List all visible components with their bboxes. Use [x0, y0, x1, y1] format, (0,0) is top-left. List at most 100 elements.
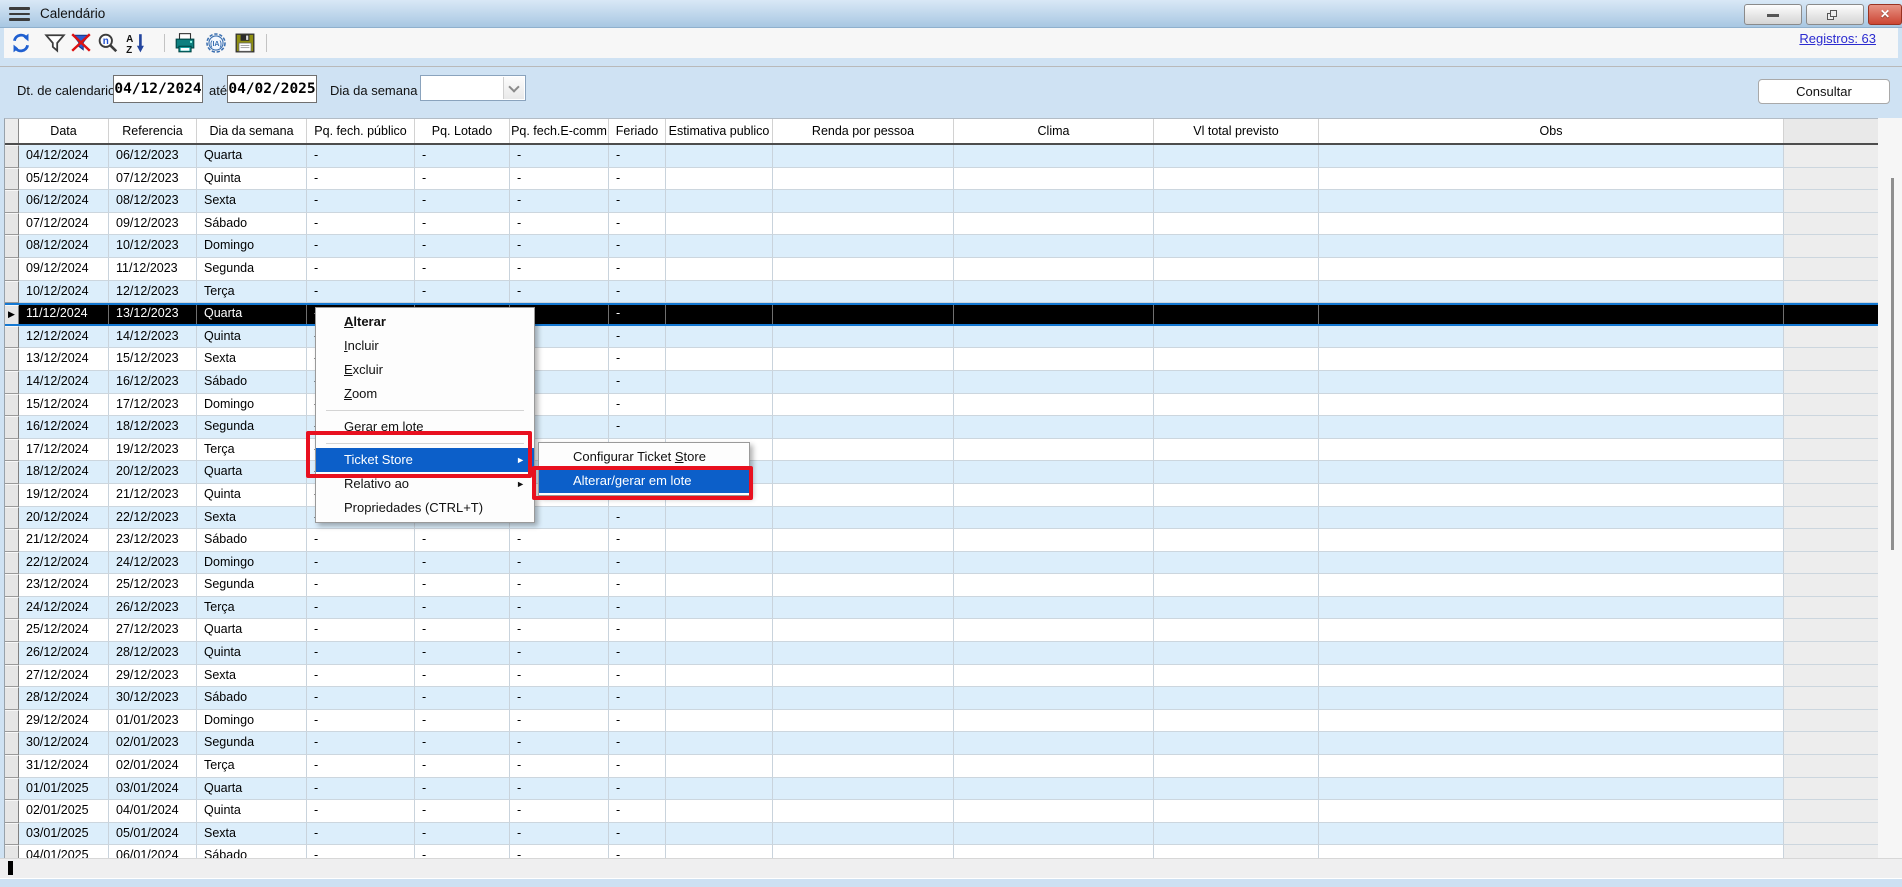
row-selector[interactable] — [5, 484, 19, 507]
table-row[interactable]: 15/12/202417/12/2023Domingo---- — [5, 394, 1878, 417]
row-selector[interactable] — [5, 145, 19, 168]
table-row[interactable]: 06/12/202408/12/2023Sexta---- — [5, 190, 1878, 213]
cell-clima[interactable] — [954, 574, 1154, 597]
cell-pq_fech_ecomm[interactable]: - — [510, 258, 609, 281]
submenu-item-configurar-ticket-store[interactable]: Configurar Ticket Store — [539, 445, 749, 469]
cell-estimativa_publico[interactable] — [666, 326, 773, 349]
row-selector[interactable]: ▶ — [5, 305, 19, 324]
cell-referencia[interactable]: 23/12/2023 — [109, 529, 197, 552]
cell-data[interactable]: 21/12/2024 — [19, 529, 109, 552]
cell-trailer[interactable] — [1784, 597, 1878, 620]
cell-renda_por_pessoa[interactable] — [773, 800, 954, 823]
cell-trailer[interactable] — [1784, 416, 1878, 439]
cell-pq_fech_publico[interactable]: - — [307, 665, 415, 688]
cell-renda_por_pessoa[interactable] — [773, 687, 954, 710]
cell-pq_lotado[interactable]: - — [415, 190, 510, 213]
cell-dia[interactable]: Segunda — [197, 416, 307, 439]
row-selector[interactable] — [5, 778, 19, 801]
column-header-data[interactable]: Data — [19, 119, 109, 143]
cell-estimativa_publico[interactable] — [666, 213, 773, 236]
restore-button[interactable] — [1806, 4, 1864, 25]
cell-renda_por_pessoa[interactable] — [773, 597, 954, 620]
cell-vl_total_previsto[interactable] — [1154, 168, 1319, 191]
cell-trailer[interactable] — [1784, 439, 1878, 462]
cell-data[interactable]: 12/12/2024 — [19, 326, 109, 349]
row-selector[interactable] — [5, 394, 19, 417]
cell-pq_fech_ecomm[interactable]: - — [510, 235, 609, 258]
table-row[interactable]: 13/12/202415/12/2023Sexta---- — [5, 348, 1878, 371]
row-selector[interactable] — [5, 235, 19, 258]
menu-item-excluir[interactable]: Excluir — [316, 358, 534, 382]
cell-trailer[interactable] — [1784, 235, 1878, 258]
cell-dia[interactable]: Sábado — [197, 213, 307, 236]
cell-obs[interactable] — [1319, 258, 1784, 281]
cell-vl_total_previsto[interactable] — [1154, 687, 1319, 710]
cell-trailer[interactable] — [1784, 529, 1878, 552]
cell-pq_lotado[interactable]: - — [415, 642, 510, 665]
menu-item-relativo-ao[interactable]: Relativo ao► — [316, 472, 534, 496]
row-selector[interactable] — [5, 507, 19, 530]
cell-dia[interactable]: Sexta — [197, 507, 307, 530]
cell-referencia[interactable]: 25/12/2023 — [109, 574, 197, 597]
cell-trailer[interactable] — [1784, 755, 1878, 778]
cell-dia[interactable]: Terça — [197, 439, 307, 462]
cell-data[interactable]: 28/12/2024 — [19, 687, 109, 710]
cell-referencia[interactable]: 18/12/2023 — [109, 416, 197, 439]
cell-referencia[interactable]: 08/12/2023 — [109, 190, 197, 213]
row-selector[interactable] — [5, 665, 19, 688]
cell-obs[interactable] — [1319, 597, 1784, 620]
cell-trailer[interactable] — [1784, 190, 1878, 213]
row-selector[interactable] — [5, 190, 19, 213]
cell-pq_lotado[interactable]: - — [415, 732, 510, 755]
cell-clima[interactable] — [954, 235, 1154, 258]
cell-clima[interactable] — [954, 845, 1154, 858]
cell-pq_fech_publico[interactable]: - — [307, 642, 415, 665]
cell-estimativa_publico[interactable] — [666, 168, 773, 191]
cell-estimativa_publico[interactable] — [666, 687, 773, 710]
cell-dia[interactable]: Quarta — [197, 145, 307, 168]
cell-estimativa_publico[interactable] — [666, 597, 773, 620]
cell-estimativa_publico[interactable] — [666, 235, 773, 258]
row-selector[interactable] — [5, 439, 19, 462]
cell-feriado[interactable]: - — [609, 213, 666, 236]
cell-dia[interactable]: Quarta — [197, 305, 307, 324]
cell-renda_por_pessoa[interactable] — [773, 258, 954, 281]
cell-dia[interactable]: Terça — [197, 755, 307, 778]
cell-renda_por_pessoa[interactable] — [773, 326, 954, 349]
cell-estimativa_publico[interactable] — [666, 800, 773, 823]
cell-pq_lotado[interactable]: - — [415, 619, 510, 642]
cell-pq_fech_ecomm[interactable]: - — [510, 619, 609, 642]
cell-pq_fech_publico[interactable]: - — [307, 823, 415, 846]
cell-renda_por_pessoa[interactable] — [773, 371, 954, 394]
cell-referencia[interactable]: 14/12/2023 — [109, 326, 197, 349]
cell-feriado[interactable]: - — [609, 326, 666, 349]
cell-obs[interactable] — [1319, 529, 1784, 552]
cell-vl_total_previsto[interactable] — [1154, 416, 1319, 439]
cell-trailer[interactable] — [1784, 168, 1878, 191]
column-header-obs[interactable]: Obs — [1319, 119, 1784, 143]
cell-clima[interactable] — [954, 823, 1154, 846]
cell-obs[interactable] — [1319, 213, 1784, 236]
cell-referencia[interactable]: 19/12/2023 — [109, 439, 197, 462]
cell-vl_total_previsto[interactable] — [1154, 213, 1319, 236]
cell-obs[interactable] — [1319, 168, 1784, 191]
cell-pq_fech_publico[interactable]: - — [307, 213, 415, 236]
cell-clima[interactable] — [954, 597, 1154, 620]
table-row[interactable]: 05/12/202407/12/2023Quinta---- — [5, 168, 1878, 191]
cell-data[interactable]: 25/12/2024 — [19, 619, 109, 642]
table-row[interactable]: 28/12/202430/12/2023Sábado---- — [5, 687, 1878, 710]
cell-obs[interactable] — [1319, 190, 1784, 213]
cell-pq_fech_ecomm[interactable]: - — [510, 732, 609, 755]
cell-trailer[interactable] — [1784, 845, 1878, 858]
column-header-trailer[interactable] — [1784, 119, 1878, 143]
cell-pq_lotado[interactable]: - — [415, 597, 510, 620]
cell-trailer[interactable] — [1784, 665, 1878, 688]
table-row[interactable]: 23/12/202425/12/2023Segunda---- — [5, 574, 1878, 597]
cell-data[interactable]: 17/12/2024 — [19, 439, 109, 462]
cell-clima[interactable] — [954, 258, 1154, 281]
cell-renda_por_pessoa[interactable] — [773, 552, 954, 575]
cell-estimativa_publico[interactable] — [666, 305, 773, 324]
cell-renda_por_pessoa[interactable] — [773, 507, 954, 530]
cell-renda_por_pessoa[interactable] — [773, 732, 954, 755]
cell-feriado[interactable]: - — [609, 845, 666, 858]
